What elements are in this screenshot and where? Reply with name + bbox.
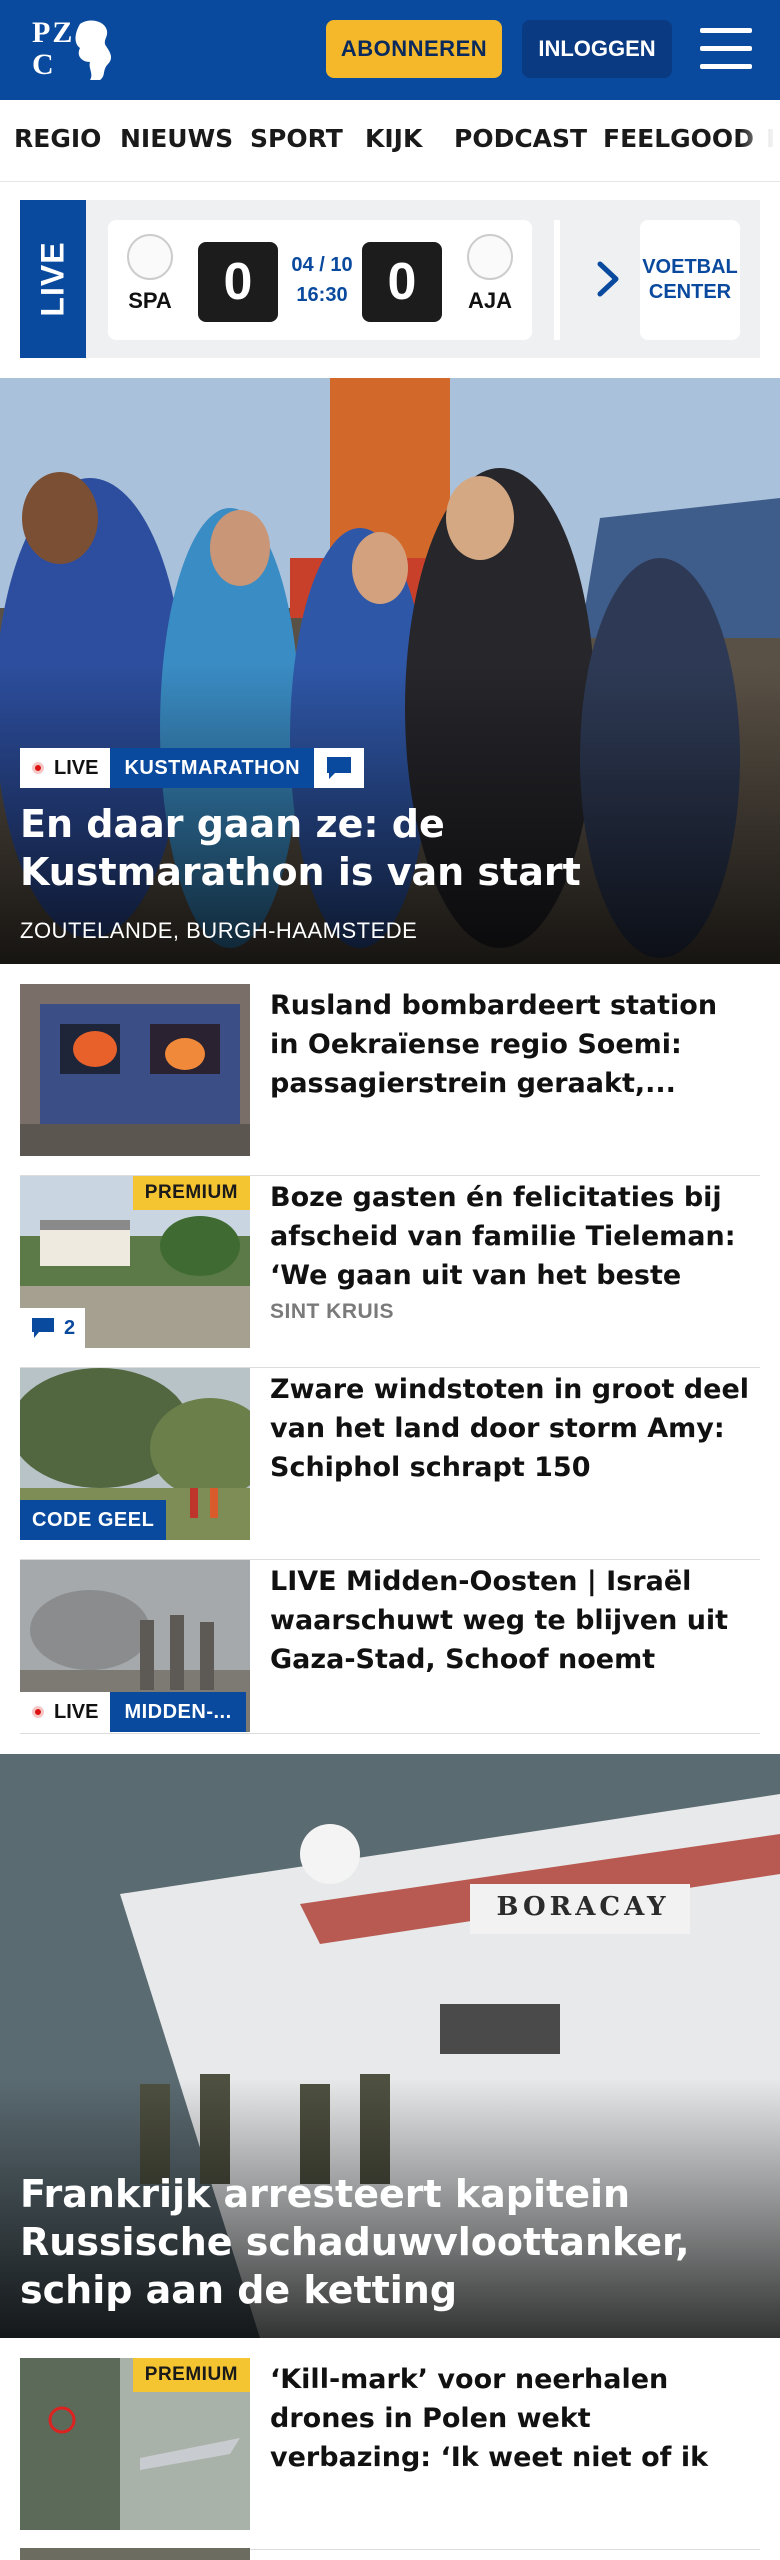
home-team: SPA: [120, 234, 180, 314]
nav-item-podcast[interactable]: PODCAST: [454, 124, 587, 153]
live-score-strip: LIVE SPA 0 04 / 10 16:30 0 AJA VOETBAL C…: [20, 200, 760, 358]
pzc-logo[interactable]: PZ C: [28, 14, 114, 86]
next-match-card-edge[interactable]: [554, 220, 560, 340]
article-title[interactable]: Zware windstoten in groot deel van het l…: [270, 1370, 754, 1487]
live-tag-label: LIVE: [34, 241, 71, 317]
article-thumbnail[interactable]: PREMIUM: [20, 2358, 250, 2530]
section-nav: REGIO NIEUWS SPORT KIJK PODCAST FEELGOOD…: [0, 100, 780, 182]
nav-item-nieuws[interactable]: NIEUWS: [120, 124, 233, 153]
nav-item-sport[interactable]: SPORT: [250, 124, 343, 153]
kickoff-info: 04 / 10 16:30: [284, 250, 360, 310]
article-title[interactable]: Rusland bombardeert station in Oekraïens…: [270, 986, 754, 1103]
comment-count[interactable]: 2: [20, 1308, 86, 1348]
logo-text-top: PZ: [32, 16, 75, 49]
list-item[interactable]: PREMIUM ‘Kill-mark’ voor neerhalen drone…: [20, 2358, 760, 2550]
live-badge-label: LIVE: [54, 1700, 99, 1723]
list-item[interactable]: LIVE MIDDEN-... LIVE Midden-Oosten | Isr…: [20, 1560, 760, 1734]
subscribe-button[interactable]: ABONNEREN: [326, 20, 502, 78]
train-fire-photo: [20, 984, 250, 1156]
feature-title[interactable]: Frankrijk arresteert kapitein Russische …: [20, 2170, 760, 2314]
hero-article[interactable]: LIVE KUSTMARATHON En daar gaan ze: de Ku…: [0, 378, 780, 964]
next-article-peek: [20, 2548, 250, 2560]
login-button[interactable]: INLOGGEN: [522, 20, 672, 78]
nav-item-feelgood[interactable]: FEELGOOD: [603, 124, 754, 153]
article-title[interactable]: ‘Kill-mark’ voor neerhalen drones in Pol…: [270, 2360, 754, 2477]
chat-bubble-icon: [314, 748, 365, 788]
premium-badge: PREMIUM: [132, 2358, 250, 2392]
feature-article[interactable]: BORACAY Frankrijk arresteert kapitein Ru…: [0, 1754, 780, 2338]
away-score: 0: [362, 242, 442, 322]
article-thumbnail[interactable]: PREMIUM 2: [20, 1176, 250, 1348]
home-team-crest-icon: [127, 234, 173, 280]
comment-count-value: 2: [64, 1316, 76, 1339]
ship-name-sign: BORACAY: [496, 1892, 670, 1922]
category-badge: KUSTMARATHON: [110, 748, 315, 788]
hero-location: ZOUTELANDE, BURGH-HAAMSTEDE: [20, 918, 418, 943]
live-badge: LIVE: [20, 748, 111, 788]
article-thumbnail[interactable]: LIVE MIDDEN-...: [20, 1560, 250, 1732]
premium-badge: PREMIUM: [132, 1176, 250, 1210]
home-team-name: SPA: [128, 288, 172, 313]
logo-text-bottom: C: [32, 48, 56, 81]
live-dot-icon: [32, 1706, 44, 1718]
hamburger-icon[interactable]: [700, 26, 752, 72]
live-tag: LIVE: [20, 200, 86, 358]
live-badge: LIVE: [20, 1692, 111, 1732]
nav-item-regio[interactable]: REGIO: [14, 124, 101, 153]
match-time: 16:30: [296, 284, 348, 306]
home-score: 0: [198, 242, 278, 322]
top-bar: PZ C ABONNEREN INLOGGEN: [0, 0, 780, 100]
category-badge: MIDDEN-...: [110, 1692, 246, 1732]
article-title[interactable]: Boze gasten én felicitaties bij afscheid…: [270, 1178, 754, 1295]
list-item[interactable]: PREMIUM 2 Boze gasten én felicitaties bi…: [20, 1176, 760, 1368]
article-thumbnail[interactable]: [20, 984, 250, 1156]
away-team-name: AJA: [467, 288, 512, 313]
list-item[interactable]: Rusland bombardeert station in Oekraïens…: [20, 984, 760, 1176]
match-card[interactable]: SPA 0 04 / 10 16:30 0 AJA: [108, 220, 532, 340]
match-date: 04 / 10: [291, 254, 353, 276]
voetbal-center-link[interactable]: VOETBAL CENTER: [640, 220, 740, 340]
live-badge-label: LIVE: [54, 756, 99, 779]
hero-title[interactable]: En daar gaan ze: de Kustmarathon is van …: [20, 800, 760, 896]
away-team: AJA: [460, 234, 520, 314]
nav-fade: [740, 100, 780, 181]
weather-code-badge: CODE GEEL: [20, 1500, 167, 1540]
list-item[interactable]: CODE GEEL Zware windstoten in groot deel…: [20, 1368, 760, 1560]
article-title[interactable]: LIVE Midden-Oosten | Israël waarschuwt w…: [270, 1562, 754, 1679]
article-place: SINT KRUIS: [270, 1300, 395, 1323]
hero-badges: LIVE KUSTMARATHON: [20, 748, 365, 788]
chevron-right-icon[interactable]: [588, 256, 628, 302]
lion-emblem-icon: [75, 20, 112, 80]
live-dot-icon: [32, 762, 44, 774]
comment-icon: [32, 1318, 54, 1338]
article-thumbnail[interactable]: CODE GEEL: [20, 1368, 250, 1540]
thumbnail-badges: LIVE MIDDEN-...: [20, 1692, 246, 1732]
nav-item-kijk[interactable]: KIJK: [365, 124, 422, 153]
away-team-crest-icon: [467, 234, 513, 280]
